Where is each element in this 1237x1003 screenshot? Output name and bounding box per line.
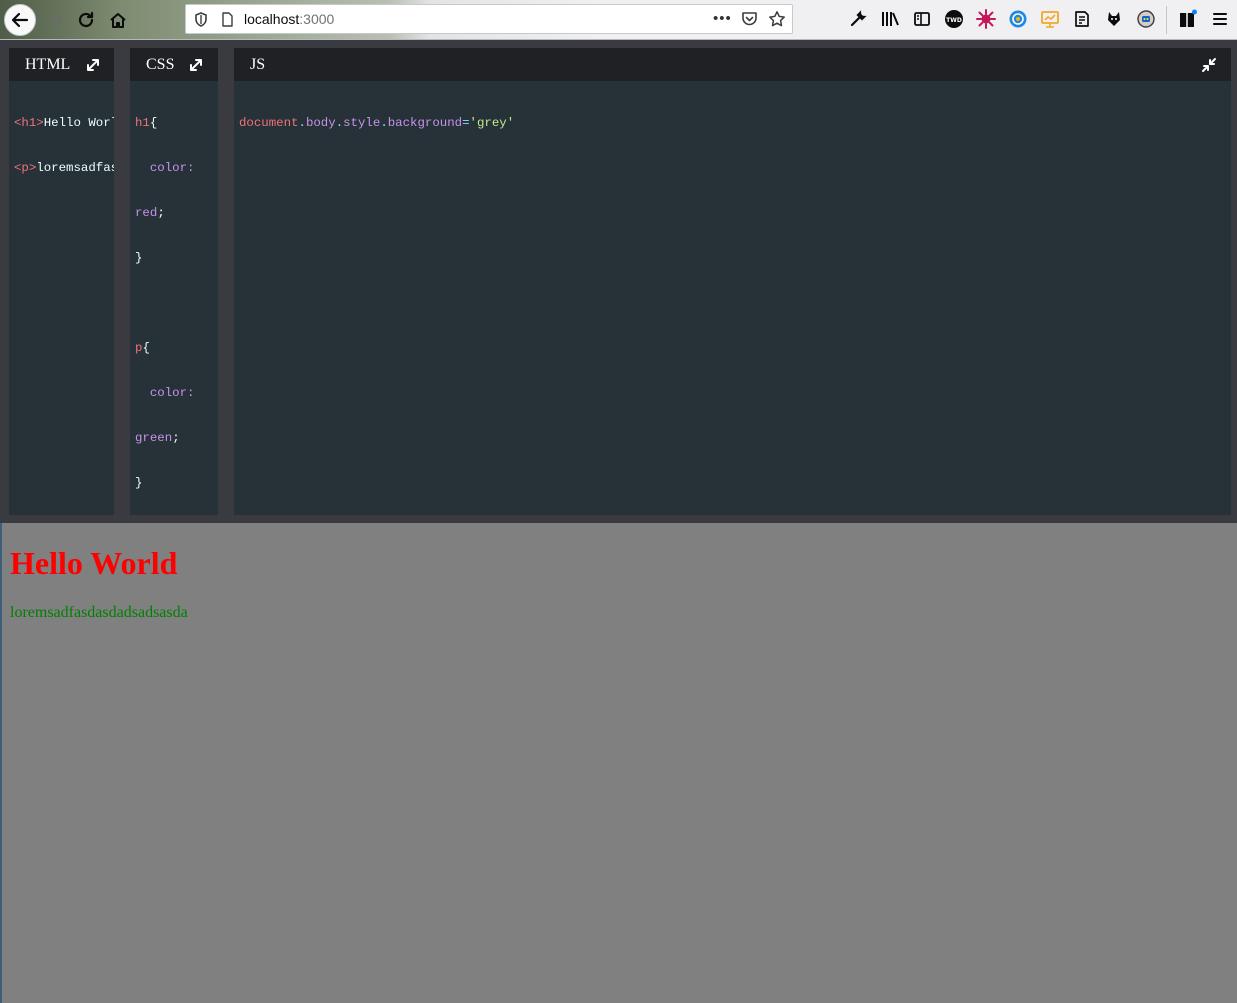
css-pane-title: CSS	[146, 56, 175, 73]
notes-icon[interactable]	[1072, 9, 1092, 29]
robot-icon[interactable]	[1136, 9, 1156, 29]
code-token: body	[305, 116, 336, 130]
html-pane-header: HTML	[9, 48, 114, 81]
code-token: <h1>	[14, 116, 44, 130]
library-icon[interactable]	[880, 9, 900, 29]
twd-icon[interactable]: TWD	[944, 9, 964, 29]
code-token: 'grey'	[469, 116, 515, 130]
js-pane-title: JS	[250, 56, 266, 73]
preview-heading: Hello World	[10, 545, 178, 581]
code-token: }	[135, 476, 143, 490]
css-pane: CSS h1{ color: red; } ​ p{ color: green;…	[130, 48, 218, 515]
code-line: }	[135, 476, 218, 491]
svg-text:TWD: TWD	[946, 17, 962, 24]
code-token: {	[142, 341, 150, 355]
css-pane-header: CSS	[130, 48, 218, 81]
sidebar-icon[interactable]	[912, 9, 932, 29]
code-line: p{	[135, 341, 218, 356]
code-token: =	[462, 116, 470, 130]
expand-icon[interactable]	[188, 57, 204, 73]
code-token: red	[135, 206, 158, 220]
preview-frame: Hello World loremsadfasdasdadsadsasda	[0, 523, 1237, 1003]
code-token: ;	[157, 206, 165, 220]
reload-button[interactable]	[70, 4, 102, 36]
js-pane-header: JS	[234, 48, 1231, 81]
extensions-gift-icon[interactable]	[1178, 9, 1198, 29]
css-code-editor[interactable]: h1{ color: red; } ​ p{ color: green; }	[130, 86, 218, 515]
preview-paragraph: loremsadfasdasdadsadsasda	[10, 604, 188, 621]
html-pane: HTML <h1>Hello World</h1> <p>loremsadfas…	[9, 48, 114, 515]
code-token: ;	[172, 431, 180, 445]
url-text[interactable]: localhost:3000	[244, 11, 334, 27]
code-token: Hello World</h1>	[43, 116, 114, 130]
code-token: style	[343, 116, 381, 130]
code-token: .	[380, 116, 388, 130]
toolbar-divider	[1166, 6, 1167, 34]
code-token: .	[335, 116, 344, 130]
url-host: localhost	[244, 11, 300, 27]
code-token: document	[239, 116, 299, 130]
code-token: <p>	[14, 161, 37, 175]
js-pane: JS document.body.style.background='grey'	[234, 48, 1231, 515]
code-token: green	[135, 431, 173, 445]
code-token: loremsadfasdasdadsadsasda</p>	[36, 161, 114, 175]
code-line: document.body.style.background='grey'	[239, 116, 1231, 131]
presentation-icon[interactable]	[1040, 9, 1060, 29]
code-token: {	[149, 116, 158, 130]
code-token: h1	[135, 116, 150, 130]
globe-icon[interactable]	[1008, 9, 1028, 29]
code-token: .	[298, 116, 306, 130]
forward-arrow-icon	[46, 13, 62, 27]
browser-toolbar: localhost:3000 ••• TWD	[0, 0, 1237, 40]
code-token: color:	[135, 161, 195, 175]
home-icon	[110, 13, 126, 28]
bookmark-star-icon[interactable]	[768, 10, 786, 28]
collapse-icon[interactable]	[1201, 57, 1217, 73]
code-line: <h1>Hello World</h1>	[14, 116, 114, 131]
code-line: red;	[135, 206, 218, 221]
home-button[interactable]	[102, 4, 134, 36]
fox-icon[interactable]	[1104, 9, 1124, 29]
hamburger-menu-icon[interactable]	[1210, 9, 1230, 29]
code-line: }	[135, 251, 218, 266]
code-line: h1{	[135, 116, 218, 131]
code-line: green;	[135, 431, 218, 446]
reload-icon	[78, 11, 94, 28]
code-token: color:	[135, 386, 195, 400]
code-line: color:	[135, 161, 218, 176]
code-line: color:	[135, 386, 218, 401]
js-code-editor[interactable]: document.body.style.background='grey'	[234, 86, 1231, 515]
code-token: }	[135, 251, 143, 265]
wrench-icon[interactable]	[848, 9, 868, 29]
html-code-editor[interactable]: <h1>Hello World</h1> <p>loremsadfasdasda…	[9, 86, 114, 515]
code-token: background	[387, 116, 463, 130]
expand-icon[interactable]	[85, 57, 101, 73]
tracking-shield-icon[interactable]	[194, 12, 208, 27]
code-line: <p>loremsadfasdasdadsadsasda</p>	[14, 161, 114, 176]
back-arrow-icon	[11, 12, 29, 28]
html-pane-title: HTML	[25, 56, 71, 73]
pocket-icon[interactable]	[741, 11, 758, 27]
virus-icon[interactable]	[976, 9, 996, 29]
forward-button[interactable]	[38, 4, 70, 36]
back-button[interactable]	[4, 4, 36, 36]
url-bar[interactable]: localhost:3000 •••	[185, 4, 793, 34]
page-actions-more-icon[interactable]: •••	[713, 10, 732, 27]
code-line: ​	[135, 296, 218, 311]
editor-area: HTML <h1>Hello World</h1> <p>loremsadfas…	[0, 40, 1237, 523]
page-info-icon[interactable]	[221, 12, 234, 27]
url-port: :3000	[299, 11, 335, 27]
